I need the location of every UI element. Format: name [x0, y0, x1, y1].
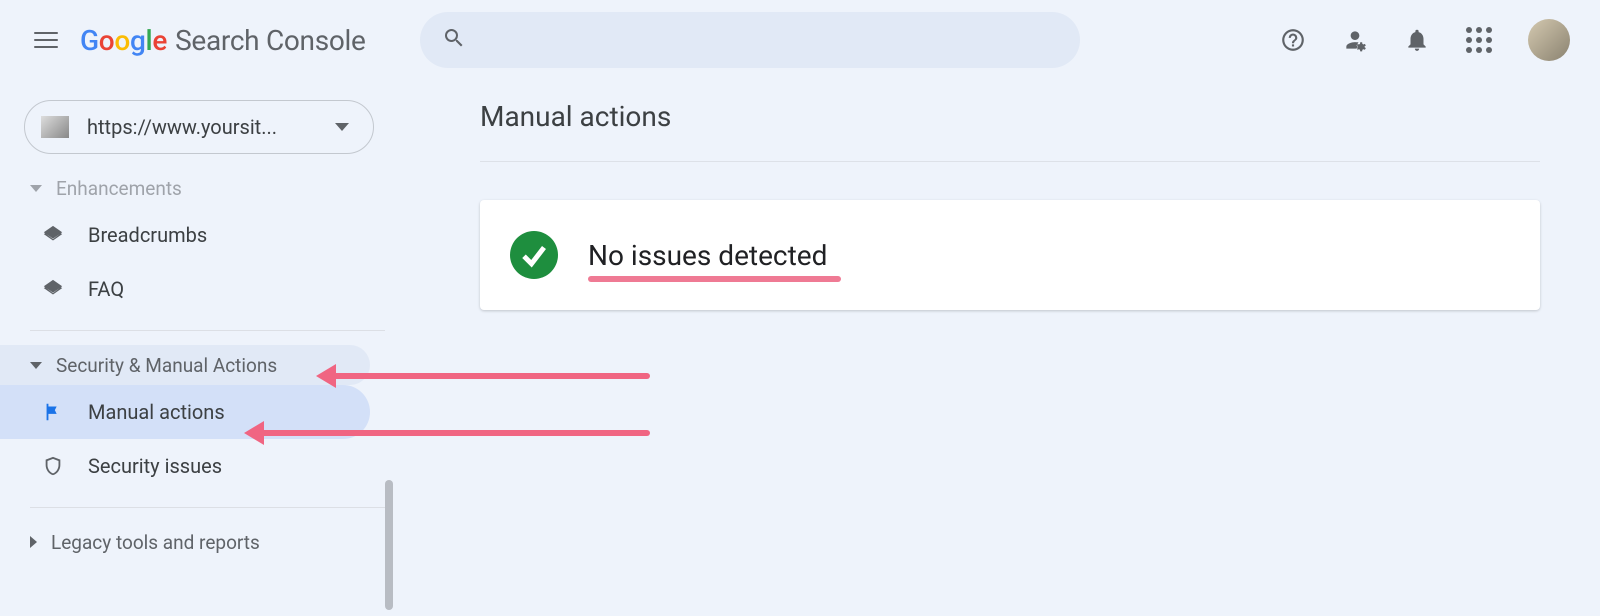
layers-icon	[42, 278, 66, 300]
sidebar-item-label: Security issues	[88, 454, 222, 478]
help-icon[interactable]	[1280, 27, 1306, 53]
shield-icon	[42, 455, 66, 477]
sidebar: https://www.yoursit... Enhancements Brea…	[0, 80, 385, 616]
google-logo: Google	[80, 24, 167, 57]
notifications-icon[interactable]	[1404, 27, 1430, 53]
divider	[480, 161, 1540, 162]
sidebar-item-security-issues[interactable]: Security issues	[0, 439, 370, 493]
caret-right-icon	[30, 536, 37, 548]
sidebar-section-enhancements[interactable]: Enhancements	[0, 168, 385, 208]
sidebar-section-label: Security & Manual Actions	[56, 354, 277, 377]
divider	[30, 330, 385, 331]
caret-down-icon	[30, 362, 42, 369]
sidebar-item-label: Breadcrumbs	[88, 223, 207, 247]
chevron-down-icon	[335, 123, 349, 131]
sidebar-item-label: Manual actions	[88, 400, 225, 424]
main-content: Manual actions No issues detected	[480, 100, 1540, 310]
flag-icon	[42, 401, 66, 423]
page-title: Manual actions	[480, 100, 1540, 133]
caret-down-icon	[30, 185, 42, 192]
property-thumbnail	[41, 116, 69, 138]
search-input[interactable]	[420, 12, 1080, 68]
property-selector[interactable]: https://www.yoursit...	[24, 100, 374, 154]
sidebar-section-label: Enhancements	[56, 177, 182, 200]
layers-icon	[42, 224, 66, 246]
sidebar-section-label: Legacy tools and reports	[51, 531, 260, 554]
status-message-text: No issues detected	[588, 239, 827, 272]
status-message: No issues detected	[588, 239, 827, 272]
status-card: No issues detected	[480, 200, 1540, 310]
sidebar-item-label: FAQ	[88, 277, 124, 301]
checkmark-icon	[510, 231, 558, 279]
menu-button[interactable]	[34, 28, 58, 52]
property-url: https://www.yoursit...	[87, 115, 335, 139]
sidebar-item-faq[interactable]: FAQ	[0, 262, 370, 316]
sidebar-section-legacy[interactable]: Legacy tools and reports	[0, 522, 385, 562]
sidebar-section-security[interactable]: Security & Manual Actions	[0, 345, 370, 385]
logo: Google Search Console	[80, 24, 366, 57]
annotation-arrow	[332, 373, 650, 379]
avatar[interactable]	[1528, 19, 1570, 61]
apps-icon[interactable]	[1466, 27, 1492, 53]
user-settings-icon[interactable]	[1342, 27, 1368, 53]
annotation-underline	[588, 276, 841, 282]
annotation-arrow	[260, 430, 650, 436]
divider	[30, 507, 385, 508]
scrollbar[interactable]	[385, 480, 393, 610]
search-icon	[442, 26, 466, 54]
product-name: Search Console	[175, 24, 366, 57]
sidebar-item-breadcrumbs[interactable]: Breadcrumbs	[0, 208, 370, 262]
